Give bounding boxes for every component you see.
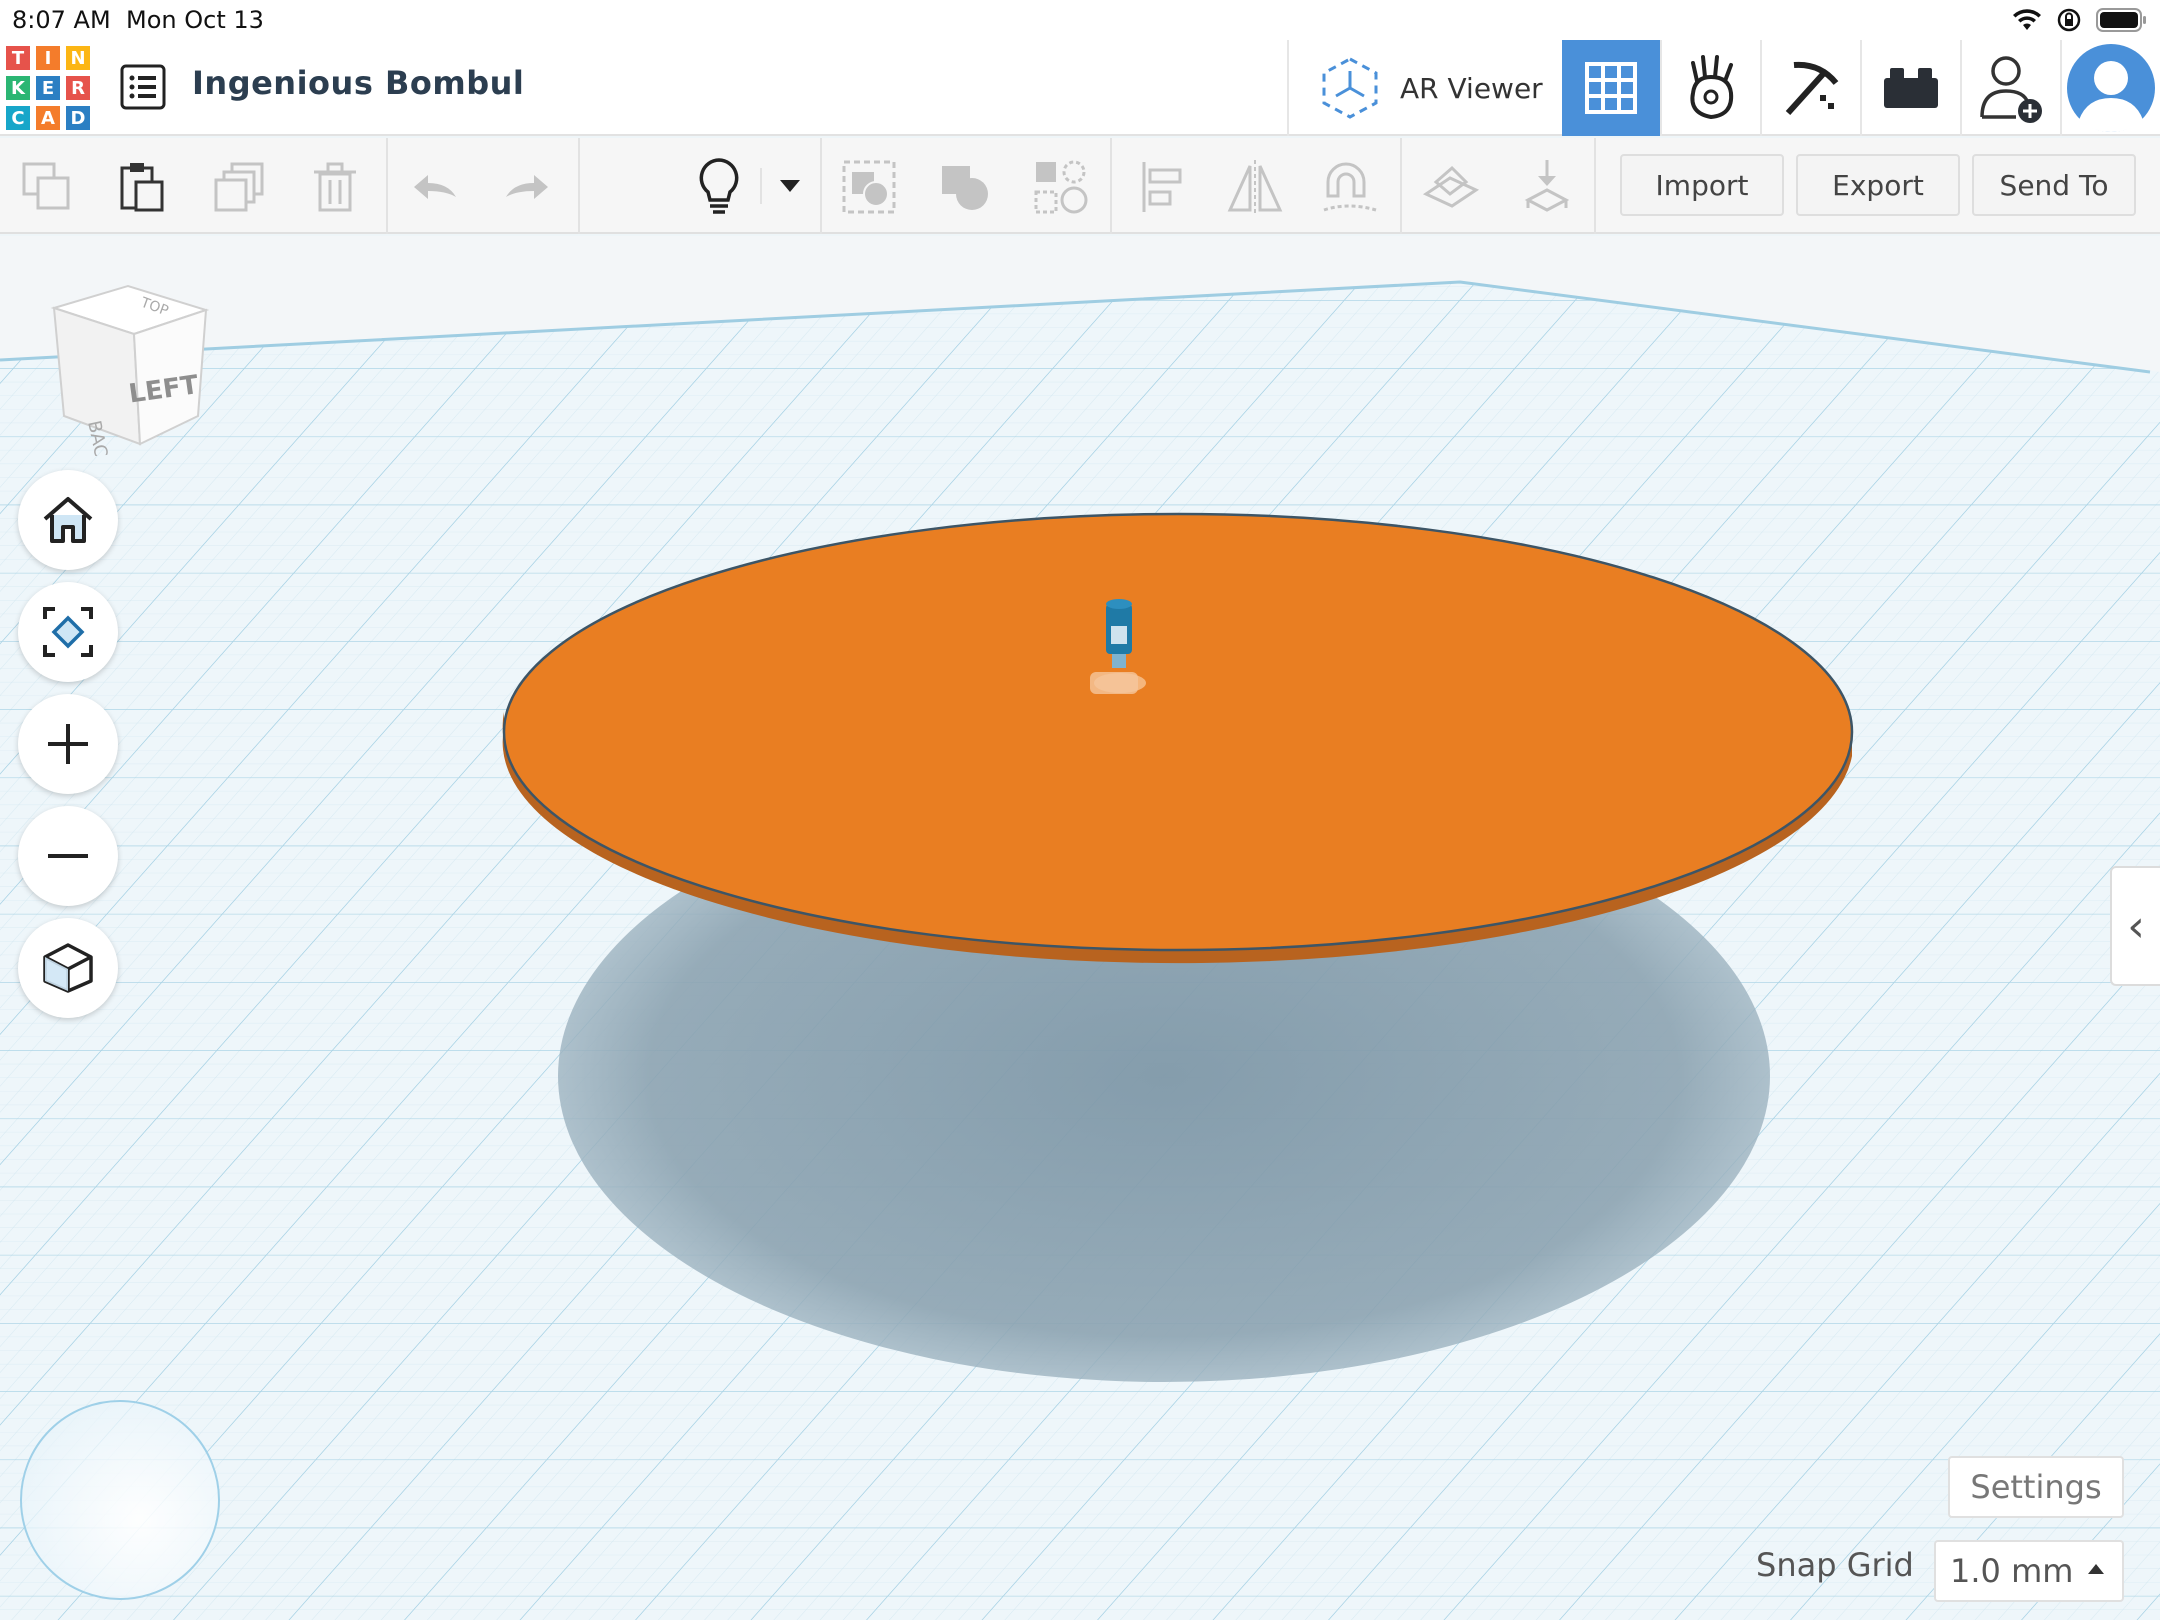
perspective-cube-icon [43,943,93,993]
zoom-in-button[interactable] [18,694,118,794]
ar-cube-icon [1322,57,1378,119]
copy-icon [22,162,70,210]
grid-icon [1585,62,1637,114]
3d-design-view-button[interactable] [1562,40,1660,136]
workplane-icon [1422,165,1480,208]
paste-button[interactable] [110,156,172,218]
align-icon [1142,162,1182,212]
cylinder-top [502,512,1854,952]
zoom-out-button[interactable] [18,806,118,906]
align-button[interactable] [1132,156,1194,218]
toolbar-separator [578,138,580,234]
import-button[interactable]: Import [1620,154,1784,216]
ungroup-icon [942,166,988,210]
cruise-button[interactable] [1318,156,1380,218]
ar-viewer-button[interactable]: AR Viewer [1288,40,1562,136]
redo-icon [506,175,548,199]
paste-icon [120,163,164,212]
add-user-icon [1980,56,2042,123]
chevron-up-icon [2088,1564,2104,1574]
toolbar-separator [1594,138,1596,234]
minus-icon [48,854,88,858]
toolbar-separator [1110,138,1112,234]
3d-workplane-canvas[interactable] [0,236,2160,1620]
pickaxe-icon [1785,61,1839,116]
minecraft-button[interactable] [1762,40,1860,136]
undo-button[interactable] [404,156,466,218]
mirror-icon [1227,160,1283,214]
codeblocks-button[interactable] [1662,40,1760,136]
lego-brick-icon [1884,68,1938,108]
group-icon [842,160,896,214]
logo-letter: I [34,44,62,72]
notes-dropdown-button[interactable] [760,156,820,218]
plus-icon [48,724,88,764]
orbit-joystick[interactable] [20,1400,220,1600]
wifi-icon [2013,9,2041,30]
settings-button[interactable]: Settings [1948,1456,2124,1518]
delete-button[interactable] [304,156,366,218]
shapes-icon [1034,160,1088,214]
export-button[interactable]: Export [1796,154,1960,216]
view-cube[interactable]: BACK TOP LEFT [48,276,218,456]
shapes-panel-toggle[interactable]: ‹ [2110,866,2160,986]
tinkercad-app: 8:07 AM Mon Oct 13 T I N K E R C A D Ing… [0,0,2160,1620]
logo-letter: E [34,74,62,102]
toolbar-separator [1400,138,1402,234]
fit-view-button[interactable] [18,582,118,682]
ungroup-button[interactable] [934,156,996,218]
workplane-button[interactable] [1420,156,1482,218]
logo-letter: N [64,44,92,72]
design-menu-button[interactable] [118,62,168,112]
logo-letter: R [64,74,92,102]
snap-grid-value: 1.0 mm [1950,1552,2074,1590]
ar-viewer-label: AR Viewer [1400,71,1543,105]
chevron-down-icon [780,180,800,192]
logo-letter: A [34,104,62,132]
app-header: T I N K E R C A D Ingenious Bombul AR Vi… [0,40,2160,136]
copy-button[interactable] [16,156,78,218]
snap-grid-label: Snap Grid [1756,1546,1914,1584]
duplicate-button[interactable] [208,156,270,218]
tinkercad-logo[interactable]: T I N K E R C A D [4,44,92,132]
logo-letter: T [4,44,32,72]
snap-grid-select[interactable]: 1.0 mm [1934,1540,2124,1602]
logo-letter: K [4,74,32,102]
redo-button[interactable] [496,156,558,218]
design-title[interactable]: Ingenious Bombul [192,64,524,102]
toolbar-separator [820,138,822,234]
logo-letter: C [4,104,32,132]
invite-user-button[interactable] [1962,40,2060,136]
undo-icon [414,175,456,199]
trash-icon [314,162,356,212]
send-to-button[interactable]: Send To [1972,154,2136,216]
logo-letter: D [64,104,92,132]
status-time: 8:07 AM [12,6,111,34]
bricks-button[interactable] [1862,40,1960,136]
toolbar-separator [386,138,388,234]
list-menu-icon [120,64,166,110]
status-date: Mon Oct 13 [126,6,264,34]
mirror-button[interactable] [1224,156,1286,218]
lightbulb-icon [699,158,739,214]
magnet-icon [1323,162,1377,212]
projection-toggle-button[interactable] [18,918,118,1018]
group-button[interactable] [838,156,900,218]
duplicate-icon [214,162,264,212]
hand-gesture-icon [1690,55,1734,120]
drop-button[interactable] [1516,156,1578,218]
home-view-button[interactable] [18,470,118,570]
rotation-lock-icon [2057,8,2081,32]
edit-toolbar: Import Export Send To [0,138,2160,234]
ios-status-bar: 8:07 AM Mon Oct 13 [0,0,2160,40]
align-holes-button[interactable] [1030,156,1092,218]
drop-icon [1524,160,1570,212]
fit-view-icon [43,607,93,657]
user-avatar-button[interactable] [2062,40,2160,136]
home-icon [43,497,93,543]
avatar-icon [2067,44,2155,132]
status-icons [2012,6,2148,34]
battery-icon [2096,8,2146,32]
notes-button[interactable] [688,156,750,218]
